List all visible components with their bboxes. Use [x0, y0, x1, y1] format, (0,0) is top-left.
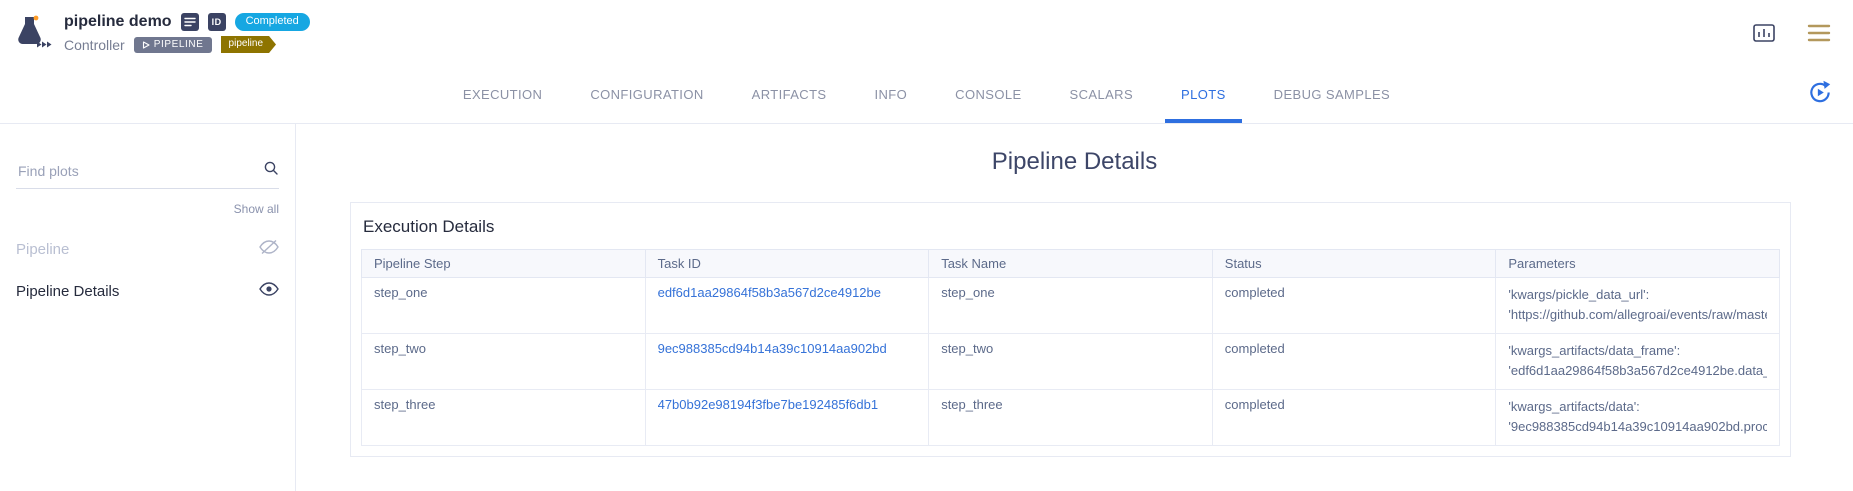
pipeline-type-tag: PIPELINE: [134, 37, 212, 53]
tab-plots[interactable]: PLOTS: [1177, 66, 1230, 123]
execution-details-table: Pipeline Step Task ID Task Name Status P…: [361, 249, 1780, 446]
sidebar-item-pipeline-details[interactable]: Pipeline Details: [16, 270, 279, 312]
tab-configuration[interactable]: CONFIGURATION: [586, 66, 707, 123]
app-header: pipeline demo ID Completed Controller PI…: [0, 0, 1853, 66]
cell-task-name: step_two: [929, 334, 1213, 390]
tab-execution[interactable]: EXECUTION: [459, 66, 546, 123]
search-icon: [263, 160, 279, 181]
plot-item-label: Pipeline: [16, 241, 69, 258]
col-header-task-name: Task Name: [929, 250, 1213, 278]
table-row: step_two 9ec988385cd94b14a39c10914aa902b…: [362, 334, 1780, 390]
details-panel-icon[interactable]: [1753, 24, 1775, 42]
show-all-link[interactable]: Show all: [16, 202, 279, 216]
parameter-key: 'kwargs_artifacts/data':: [1508, 397, 1767, 417]
page-title: Pipeline Details: [296, 148, 1853, 176]
cell-pipeline-step: step_one: [362, 278, 646, 334]
sidebar-item-pipeline[interactable]: Pipeline: [16, 228, 279, 270]
auto-refresh-icon[interactable]: [1807, 79, 1833, 110]
parameter-value: '9ec988385cd94b14a39c10914aa902bd.proces…: [1508, 417, 1767, 437]
eye-icon[interactable]: [259, 282, 279, 300]
play-outline-icon: [142, 41, 150, 49]
tab-artifacts[interactable]: ARTIFACTS: [748, 66, 831, 123]
table-header-row: Pipeline Step Task ID Task Name Status P…: [362, 250, 1780, 278]
clearml-logo-icon: [10, 12, 52, 54]
table-row: step_three 47b0b92e98194f3fbe7be192485f6…: [362, 390, 1780, 446]
id-badge-label: ID: [212, 17, 222, 27]
task-id-link[interactable]: 9ec988385cd94b14a39c10914aa902bd: [658, 341, 917, 356]
plot-item-label: Pipeline Details: [16, 283, 119, 300]
eye-off-icon[interactable]: [259, 240, 279, 258]
cell-pipeline-step: step_two: [362, 334, 646, 390]
hamburger-menu-icon[interactable]: [1807, 24, 1831, 42]
table-row: step_one edf6d1aa29864f58b3a567d2ce4912b…: [362, 278, 1780, 334]
tab-scalars[interactable]: SCALARS: [1066, 66, 1138, 123]
parameter-key: 'kwargs_artifacts/data_frame':: [1508, 341, 1767, 361]
tab-bar: EXECUTION CONFIGURATION ARTIFACTS INFO C…: [0, 66, 1853, 124]
tab-debug-samples[interactable]: DEBUG SAMPLES: [1270, 66, 1394, 123]
col-header-pipeline-step: Pipeline Step: [362, 250, 646, 278]
parameter-value: 'edf6d1aa29864f58b3a567d2ce4912be.data_f…: [1508, 361, 1767, 381]
copy-id-button[interactable]: ID: [208, 13, 226, 31]
col-header-parameters: Parameters: [1496, 250, 1780, 278]
cell-parameters: 'kwargs/pickle_data_url': 'https://githu…: [1496, 278, 1780, 334]
task-id-link[interactable]: edf6d1aa29864f58b3a567d2ce4912be: [658, 285, 917, 300]
task-id-link[interactable]: 47b0b92e98194f3fbe7be192485f6db1: [658, 397, 917, 412]
cell-status: completed: [1212, 278, 1496, 334]
cell-task-name: step_three: [929, 390, 1213, 446]
controller-label: Controller: [64, 37, 125, 53]
status-badge: Completed: [235, 13, 310, 31]
plot-list: Pipeline Pipeline Details: [16, 228, 279, 312]
tab-info[interactable]: INFO: [871, 66, 912, 123]
cell-status: completed: [1212, 334, 1496, 390]
pipeline-type-label: PIPELINE: [154, 40, 204, 50]
find-plots-search: [16, 160, 279, 189]
parameter-key: 'kwargs/pickle_data_url':: [1508, 285, 1767, 305]
tab-console[interactable]: CONSOLE: [951, 66, 1025, 123]
cell-pipeline-step: step_three: [362, 390, 646, 446]
project-tag: pipeline: [221, 36, 276, 53]
cell-task-name: step_one: [929, 278, 1213, 334]
cell-status: completed: [1212, 390, 1496, 446]
execution-details-panel: Execution Details Pipeline Step Task ID …: [350, 202, 1791, 457]
search-input[interactable]: [16, 162, 263, 180]
panel-title: Execution Details: [363, 217, 1780, 237]
details-list-icon[interactable]: [181, 13, 199, 31]
experiment-title: pipeline demo: [64, 13, 172, 31]
cell-parameters: 'kwargs_artifacts/data': '9ec988385cd94b…: [1496, 390, 1780, 446]
plots-main-area: Pipeline Details Execution Details Pipel…: [296, 124, 1853, 491]
col-header-task-id: Task ID: [645, 250, 929, 278]
parameter-value: 'https://github.com/allegroai/events/raw…: [1508, 305, 1767, 325]
cell-parameters: 'kwargs_artifacts/data_frame': 'edf6d1aa…: [1496, 334, 1780, 390]
col-header-status: Status: [1212, 250, 1496, 278]
plots-sidebar: Show all Pipeline Pipeline Details: [0, 124, 296, 491]
